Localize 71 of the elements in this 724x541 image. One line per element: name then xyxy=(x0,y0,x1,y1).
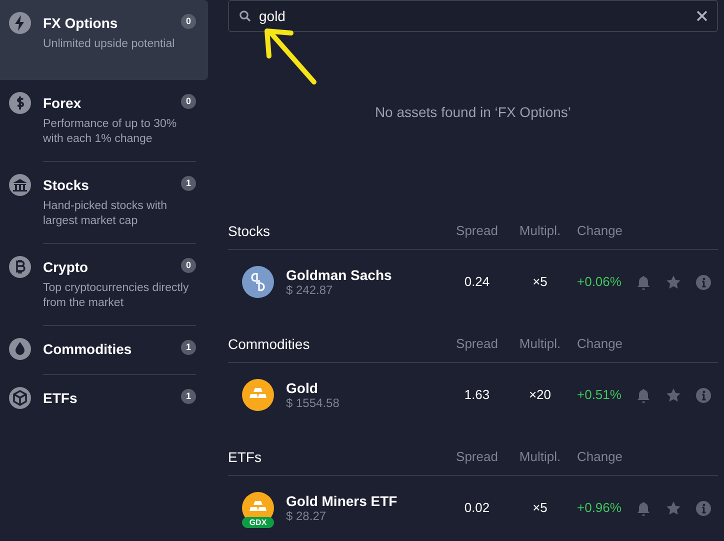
column-header: Change xyxy=(576,448,624,466)
close-icon[interactable] xyxy=(696,10,708,22)
asset-name: Goldman Sachs xyxy=(286,266,393,282)
bitcoin-icon xyxy=(8,255,32,279)
cube-icon xyxy=(8,386,32,410)
asset-price: $ 242.87 xyxy=(286,282,334,298)
change-value: +0.51% xyxy=(576,386,622,404)
sidebar-item[interactable]: ETFs 1 xyxy=(0,375,208,424)
sidebar-item[interactable]: Crypto 0 Top cryptocurrencies directly from the market xyxy=(0,244,208,326)
multiplier-value: ×5 xyxy=(532,273,548,292)
category-title: Forex xyxy=(43,94,82,112)
asset-name: Gold Miners ETF xyxy=(286,492,398,508)
multiplier-value: ×5 xyxy=(532,499,548,518)
category-title: Crypto xyxy=(43,258,90,276)
change-value: +0.06% xyxy=(576,273,622,292)
category-title: ETFs xyxy=(43,389,78,407)
count-badge: 1 xyxy=(181,176,196,191)
column-header: Change xyxy=(576,222,624,240)
count-badge: 0 xyxy=(181,94,196,109)
column-header: Spread xyxy=(455,335,499,354)
info-icon[interactable] xyxy=(694,500,712,516)
empty-message: No assets found in ‘FX Options’ xyxy=(374,103,572,122)
count-badge: 0 xyxy=(181,258,196,273)
star-icon[interactable] xyxy=(664,274,682,290)
bullion-icon xyxy=(242,379,274,411)
category-description: Hand-picked stocks with largest market cap xyxy=(43,199,168,229)
star-icon[interactable] xyxy=(664,500,682,516)
column-header: Multipl. xyxy=(518,448,562,466)
category-description: Unlimited upside potential xyxy=(43,37,176,52)
count-badge: 1 xyxy=(181,389,196,404)
bolt-icon xyxy=(8,11,32,35)
section-title: Commodities xyxy=(228,334,311,354)
category-description: Performance of up to 30% with each 1% change xyxy=(43,117,178,147)
sidebar-item[interactable]: FX Options 0 Unlimited upside potential xyxy=(0,0,208,80)
count-badge: 1 xyxy=(181,340,196,355)
sidebar-item[interactable]: Forex 0 Performance of up to 30% with each 1% change xyxy=(0,80,208,162)
column-header: Multipl. xyxy=(518,335,562,354)
bank-icon xyxy=(8,173,32,197)
asset-price: $ 28.27 xyxy=(286,508,328,524)
spread-value: 0.24 xyxy=(463,273,491,292)
count-badge: 0 xyxy=(181,14,196,29)
sidebar-item[interactable]: Commodities 1 xyxy=(0,326,208,375)
category-title: Stocks xyxy=(43,176,90,194)
column-header: Spread xyxy=(455,448,499,466)
column-header: Multipl. xyxy=(518,222,562,240)
bell-icon[interactable] xyxy=(634,500,652,516)
bell-icon[interactable] xyxy=(634,274,652,290)
dollar-icon xyxy=(8,91,32,115)
category-title: Commodities xyxy=(43,340,133,358)
category-title: FX Options xyxy=(43,14,119,32)
column-header: Change xyxy=(576,335,624,354)
column-header: Spread xyxy=(455,222,499,240)
info-icon[interactable] xyxy=(694,274,712,290)
category-description: Top cryptocurrencies directly from the market xyxy=(43,281,190,311)
asset-price: $ 1554.58 xyxy=(286,396,340,410)
spread-value: 0.02 xyxy=(463,499,491,518)
section-title: ETFs xyxy=(228,448,262,466)
sidebar-item[interactable]: Stocks 1 Hand-picked stocks with largest market cap xyxy=(0,162,208,244)
logo-icon xyxy=(242,266,274,298)
section-title: Stocks xyxy=(228,222,272,240)
search-icon xyxy=(239,10,251,22)
ticker-badge: GDX xyxy=(242,517,274,528)
info-icon[interactable] xyxy=(694,386,712,404)
spread-value: 1.63 xyxy=(463,386,491,404)
multiplier-value: ×20 xyxy=(528,386,552,404)
search-field[interactable]: gold xyxy=(228,0,718,32)
asset-name: Gold xyxy=(286,380,319,396)
star-icon[interactable] xyxy=(664,386,682,404)
drop-icon xyxy=(8,337,32,361)
bell-icon[interactable] xyxy=(634,386,652,404)
change-value: +0.96% xyxy=(576,499,622,518)
